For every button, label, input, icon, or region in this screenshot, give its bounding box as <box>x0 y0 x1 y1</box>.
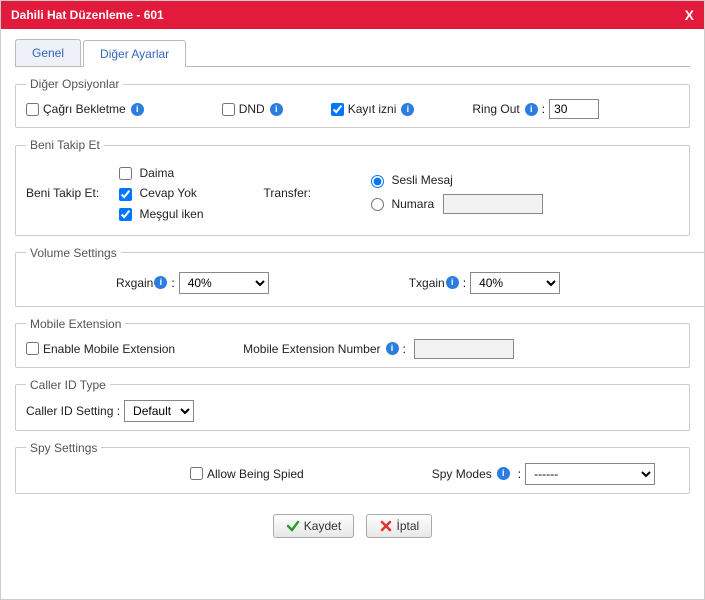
cancel-label: İptal <box>397 519 420 533</box>
fieldset-other-options: Diğer Opsiyonlar Çağrı Bekletme i DND i … <box>15 77 690 128</box>
colon: : <box>171 276 174 290</box>
fieldset-spy: Spy Settings Allow Being Spied Spy Modes… <box>15 441 690 494</box>
voicemail-radio[interactable] <box>371 175 384 188</box>
spy-modes-select[interactable]: ------ <box>525 463 655 485</box>
legend-volume: Volume Settings <box>26 246 121 260</box>
info-icon[interactable]: i <box>497 467 510 480</box>
call-waiting-checkbox[interactable] <box>26 103 39 116</box>
number-label: Numara <box>391 197 434 211</box>
colon: : <box>463 276 466 290</box>
info-icon[interactable]: i <box>446 276 459 289</box>
close-icon <box>379 519 393 533</box>
rxgain-label: Rxgain <box>116 276 153 290</box>
call-waiting-label: Çağrı Bekletme <box>43 102 126 116</box>
voicemail-label: Sesli Mesaj <box>391 173 452 187</box>
info-icon[interactable]: i <box>154 276 167 289</box>
close-button[interactable]: X <box>685 7 694 23</box>
spy-modes-label: Spy Modes <box>432 467 492 481</box>
info-icon[interactable]: i <box>386 342 399 355</box>
save-label: Kaydet <box>304 519 341 533</box>
info-icon[interactable]: i <box>525 103 538 116</box>
txgain-label: Txgain <box>409 276 445 290</box>
save-button[interactable]: Kaydet <box>273 514 354 538</box>
footer-buttons: Kaydet İptal <box>15 504 690 548</box>
content-area: Genel Diğer Ayarlar Diğer Opsiyonlar Çağ… <box>1 29 704 558</box>
busy-label: Meşgul iken <box>140 207 204 221</box>
no-answer-label: Cevap Yok <box>140 186 197 200</box>
enable-mobile-ext-label: Enable Mobile Extension <box>43 342 175 356</box>
tab-other-settings[interactable]: Diğer Ayarlar <box>83 40 186 67</box>
ring-out-input[interactable] <box>549 99 599 119</box>
fieldset-volume: Volume Settings Rxgain i : 40% Txgain i … <box>15 246 705 307</box>
info-icon[interactable]: i <box>401 103 414 116</box>
record-permission-checkbox[interactable] <box>331 103 344 116</box>
legend-spy: Spy Settings <box>26 441 101 455</box>
legend-other-options: Diğer Opsiyonlar <box>26 77 123 91</box>
legend-mobile-extension: Mobile Extension <box>26 317 125 331</box>
colon: : <box>542 102 545 116</box>
dialog-window: Dahili Hat Düzenleme - 601 X Genel Diğer… <box>0 0 705 600</box>
ring-out-label: Ring Out <box>472 102 519 116</box>
always-checkbox[interactable] <box>119 167 132 180</box>
titlebar: Dahili Hat Düzenleme - 601 X <box>1 1 704 29</box>
tab-general[interactable]: Genel <box>15 39 81 66</box>
cancel-button[interactable]: İptal <box>366 514 433 538</box>
transfer-label: Transfer: <box>264 186 312 200</box>
txgain-select[interactable]: 40% <box>470 272 560 294</box>
info-icon[interactable]: i <box>270 103 283 116</box>
always-label: Daima <box>140 166 175 180</box>
fieldset-caller-id: Caller ID Type Caller ID Setting : Defau… <box>15 378 690 431</box>
transfer-number-input[interactable] <box>443 194 543 214</box>
rxgain-select[interactable]: 40% <box>179 272 269 294</box>
mobile-ext-number-label: Mobile Extension Number <box>243 342 380 356</box>
window-title: Dahili Hat Düzenleme - 601 <box>11 8 164 22</box>
enable-mobile-ext-checkbox[interactable] <box>26 342 39 355</box>
check-icon <box>286 519 300 533</box>
follow-me-label: Beni Takip Et: <box>26 186 99 200</box>
tab-bar: Genel Diğer Ayarlar <box>15 39 690 67</box>
fieldset-follow-me: Beni Takip Et Beni Takip Et: Daima Cevap… <box>15 138 690 236</box>
info-icon[interactable]: i <box>131 103 144 116</box>
busy-checkbox[interactable] <box>119 208 132 221</box>
number-radio[interactable] <box>371 198 384 211</box>
colon: : <box>518 467 521 481</box>
allow-spied-checkbox[interactable] <box>190 467 203 480</box>
caller-id-select[interactable]: Default <box>124 400 194 422</box>
no-answer-checkbox[interactable] <box>119 188 132 201</box>
caller-id-setting-label: Caller ID Setting : <box>26 404 120 418</box>
dnd-checkbox[interactable] <box>222 103 235 116</box>
colon: : <box>403 342 406 356</box>
record-permission-label: Kayıt izni <box>348 102 397 116</box>
allow-spied-label: Allow Being Spied <box>207 467 304 481</box>
dnd-label: DND <box>239 102 265 116</box>
legend-caller-id: Caller ID Type <box>26 378 110 392</box>
mobile-ext-number-input[interactable] <box>414 339 514 359</box>
fieldset-mobile-extension: Mobile Extension Enable Mobile Extension… <box>15 317 690 368</box>
legend-follow-me: Beni Takip Et <box>26 138 104 152</box>
